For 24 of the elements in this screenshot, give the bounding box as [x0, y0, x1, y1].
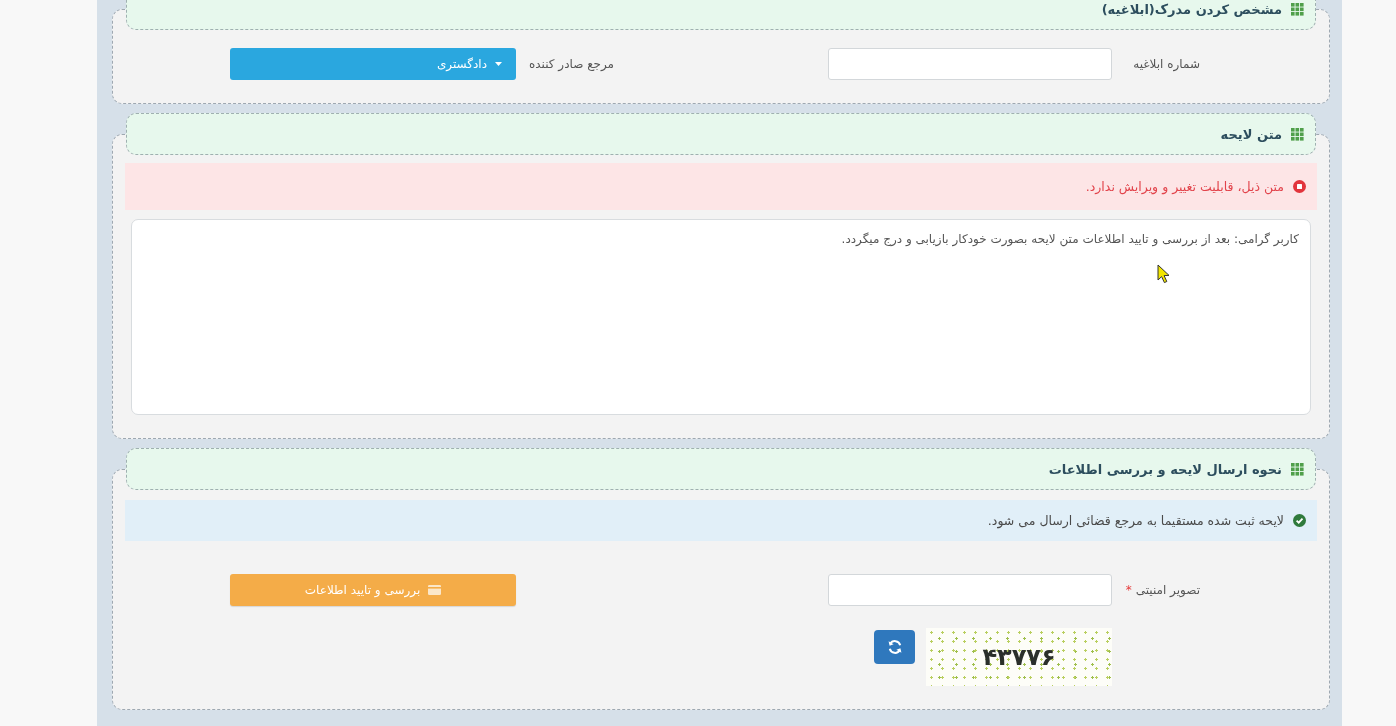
grid-icon: [1291, 2, 1304, 16]
field-label: شماره ابلاغیه: [1132, 57, 1200, 71]
field-label: تصویر امنیتی *: [1124, 583, 1200, 597]
error-icon: [1293, 180, 1306, 193]
check-circle-icon: [1293, 514, 1306, 527]
alert-text: متن ذیل، قابلیت تغییر و ویرایش ندارد.: [1085, 179, 1284, 194]
card-icon: [428, 585, 442, 595]
refresh-button[interactable]: [874, 630, 915, 664]
mouse-pointer-icon: [1157, 264, 1171, 284]
submit-button[interactable]: بررسی و تایید اطلاعات: [230, 574, 516, 606]
refresh-icon: [886, 639, 903, 655]
section-title: متن لایحه: [1220, 126, 1282, 142]
caret-icon: [495, 62, 502, 66]
text-input[interactable]: [828, 48, 1112, 80]
section-title: مشخص کردن مدرک(ابلاغیه): [1101, 1, 1282, 17]
text-area[interactable]: کاربر گرامی: بعد از بررسی و تایید اطلاعات متن لایحه بصورت خودکار بازیابی و درج میگردد.: [131, 219, 1311, 415]
text-input[interactable]: [828, 574, 1112, 606]
captcha-image: ۴۳۷۷۶: [926, 628, 1112, 686]
alert-text: لایحه ثبت شده مستقیما به مرجع قضائی ارسال می شود.: [987, 513, 1284, 528]
grid-icon: [1291, 462, 1304, 476]
dropdown-button[interactable]: دادگستری: [230, 48, 516, 80]
section-title: نحوه ارسال لایحه و بررسی اطلاعات: [1048, 461, 1282, 477]
field-label: مرجع صادر کننده: [528, 57, 614, 71]
grid-icon: [1291, 127, 1304, 141]
